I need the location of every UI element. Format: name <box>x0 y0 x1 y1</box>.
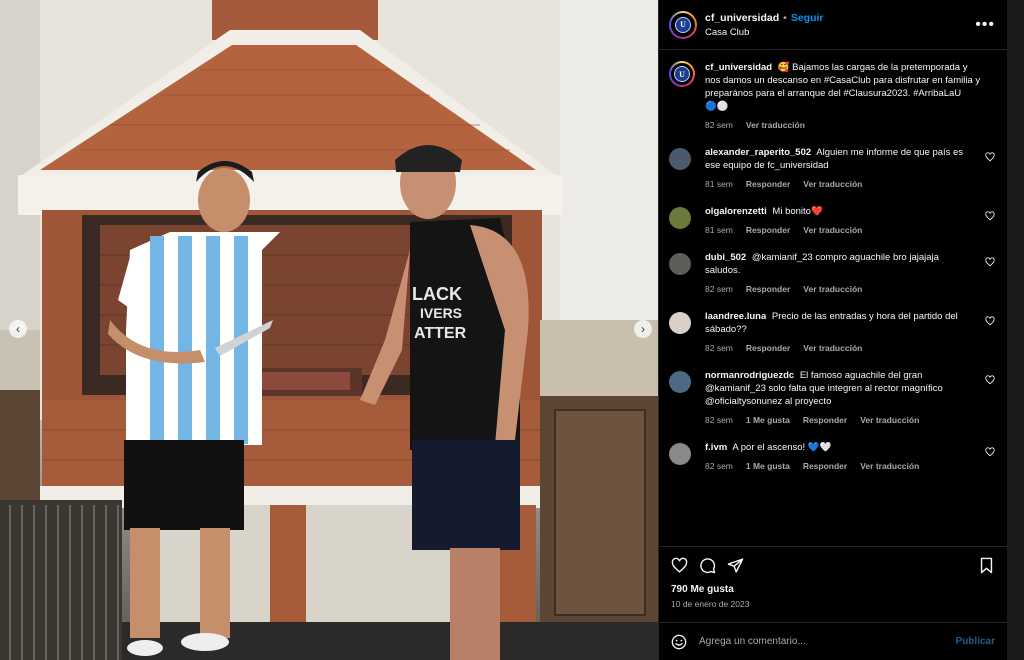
publish-button[interactable]: Publicar <box>956 636 995 647</box>
reply-button[interactable]: Responder <box>746 283 790 296</box>
translate-link[interactable]: Ver traducción <box>803 283 862 296</box>
comment-item: olgalorenzetti Mi bonito❤️ 81 sem Respon… <box>669 205 997 237</box>
comment-time: 81 sem <box>705 225 733 235</box>
emoji-smiley-icon[interactable] <box>671 634 687 650</box>
commenter-avatar[interactable] <box>669 443 691 465</box>
club-logo-icon: U <box>674 66 690 82</box>
comment-time: 82 sem <box>705 461 733 471</box>
comment-time: 81 sem <box>705 179 733 189</box>
comment-item: normanrodriguezdc El famoso aguachile de… <box>669 369 997 427</box>
translate-link[interactable]: Ver traducción <box>860 414 919 427</box>
comment-bubble-icon[interactable] <box>699 557 716 574</box>
commenter-avatar[interactable] <box>669 371 691 393</box>
caption-translate-link[interactable]: Ver traducción <box>746 119 805 132</box>
comments-list[interactable]: U cf_universidad 🥰 Bajamos las cargas de… <box>659 51 1007 545</box>
previous-photo-button[interactable]: ‹ <box>9 320 27 338</box>
reply-button[interactable]: Responder <box>746 224 790 237</box>
reply-button[interactable]: Responder <box>746 342 790 355</box>
comment-username[interactable]: olgalorenzetti <box>705 206 767 217</box>
commenter-avatar[interactable] <box>669 253 691 275</box>
like-comment-heart-icon[interactable] <box>985 316 995 326</box>
save-bookmark-icon[interactable] <box>978 557 995 574</box>
comment-item: laandree.luna Precio de las entradas y h… <box>669 310 997 355</box>
like-comment-heart-icon[interactable] <box>985 447 995 457</box>
commenter-avatar[interactable] <box>669 148 691 170</box>
separator-dot: • <box>783 11 787 24</box>
comment-username[interactable]: alexander_raperito_502 <box>705 147 811 158</box>
comment-likes-count[interactable]: 1 Me gusta <box>746 460 790 473</box>
post-header: U cf_universidad • Seguir Casa Club ••• <box>659 0 1007 50</box>
caption-username[interactable]: cf_universidad <box>705 62 772 73</box>
like-heart-icon[interactable] <box>671 557 688 574</box>
comment-item: dubi_502 @kamianif_23 compro aguachile b… <box>669 251 997 296</box>
reply-button[interactable]: Responder <box>803 414 847 427</box>
post-location[interactable]: Casa Club <box>705 27 975 38</box>
reply-button[interactable]: Responder <box>746 178 790 191</box>
comment-composer: Publicar <box>659 622 1007 660</box>
reply-button[interactable]: Responder <box>803 460 847 473</box>
post-date: 10 de enero de 2023 <box>671 599 750 609</box>
comment-time: 82 sem <box>705 415 733 425</box>
post-photo[interactable]: LACK IVERS ATTER ‹ › <box>0 0 658 660</box>
post-actions: 790 Me gusta 10 de enero de 2023 <box>659 546 1007 622</box>
club-logo-icon: U <box>675 16 691 33</box>
comment-item: f.ivm A por el ascenso! 💙🤍 82 sem 1 Me g… <box>669 441 997 473</box>
translate-link[interactable]: Ver traducción <box>860 460 919 473</box>
commenter-avatar[interactable] <box>669 207 691 229</box>
translate-link[interactable]: Ver traducción <box>803 224 862 237</box>
svg-text:ATTER: ATTER <box>414 325 467 342</box>
comment-time: 82 sem <box>705 284 733 294</box>
share-send-icon[interactable] <box>727 557 744 574</box>
translate-link[interactable]: Ver traducción <box>803 178 862 191</box>
comment-time: 82 sem <box>705 343 733 353</box>
likes-count[interactable]: 790 Me gusta <box>671 584 995 595</box>
comment-likes-count[interactable]: 1 Me gusta <box>746 414 790 427</box>
account-avatar[interactable]: U <box>669 10 697 39</box>
translate-link[interactable]: Ver traducción <box>803 342 862 355</box>
comment-text: Mi bonito❤️ <box>772 206 823 217</box>
caption-time: 82 sem <box>705 120 733 130</box>
comment-item: alexander_raperito_502 Alguien me inform… <box>669 146 997 191</box>
like-comment-heart-icon[interactable] <box>985 257 995 267</box>
account-username[interactable]: cf_universidad <box>705 12 779 24</box>
like-comment-heart-icon[interactable] <box>985 211 995 221</box>
commenter-avatar[interactable] <box>669 312 691 334</box>
like-comment-heart-icon[interactable] <box>985 152 995 162</box>
comment-username[interactable]: f.ivm <box>705 442 727 453</box>
comment-username[interactable]: normanrodriguezdc <box>705 370 794 381</box>
next-photo-button[interactable]: › <box>634 320 652 338</box>
comment-input[interactable] <box>699 636 956 647</box>
svg-text:LACK: LACK <box>412 284 462 304</box>
window-edge <box>1007 0 1024 660</box>
comment-username[interactable]: dubi_502 <box>705 252 746 263</box>
bbq-scene-image: LACK IVERS ATTER <box>0 0 658 660</box>
more-options-icon[interactable]: ••• <box>975 16 995 33</box>
like-comment-heart-icon[interactable] <box>985 375 995 385</box>
comment-text: A por el ascenso! 💙🤍 <box>732 442 832 453</box>
caption-avatar[interactable]: U <box>669 61 695 87</box>
follow-button[interactable]: Seguir <box>791 12 824 24</box>
comment-username[interactable]: laandree.luna <box>705 311 766 322</box>
caption: U cf_universidad 🥰 Bajamos las cargas de… <box>669 61 997 132</box>
svg-text:IVERS: IVERS <box>420 305 462 321</box>
post-details-panel: U cf_universidad • Seguir Casa Club ••• … <box>658 0 1007 660</box>
